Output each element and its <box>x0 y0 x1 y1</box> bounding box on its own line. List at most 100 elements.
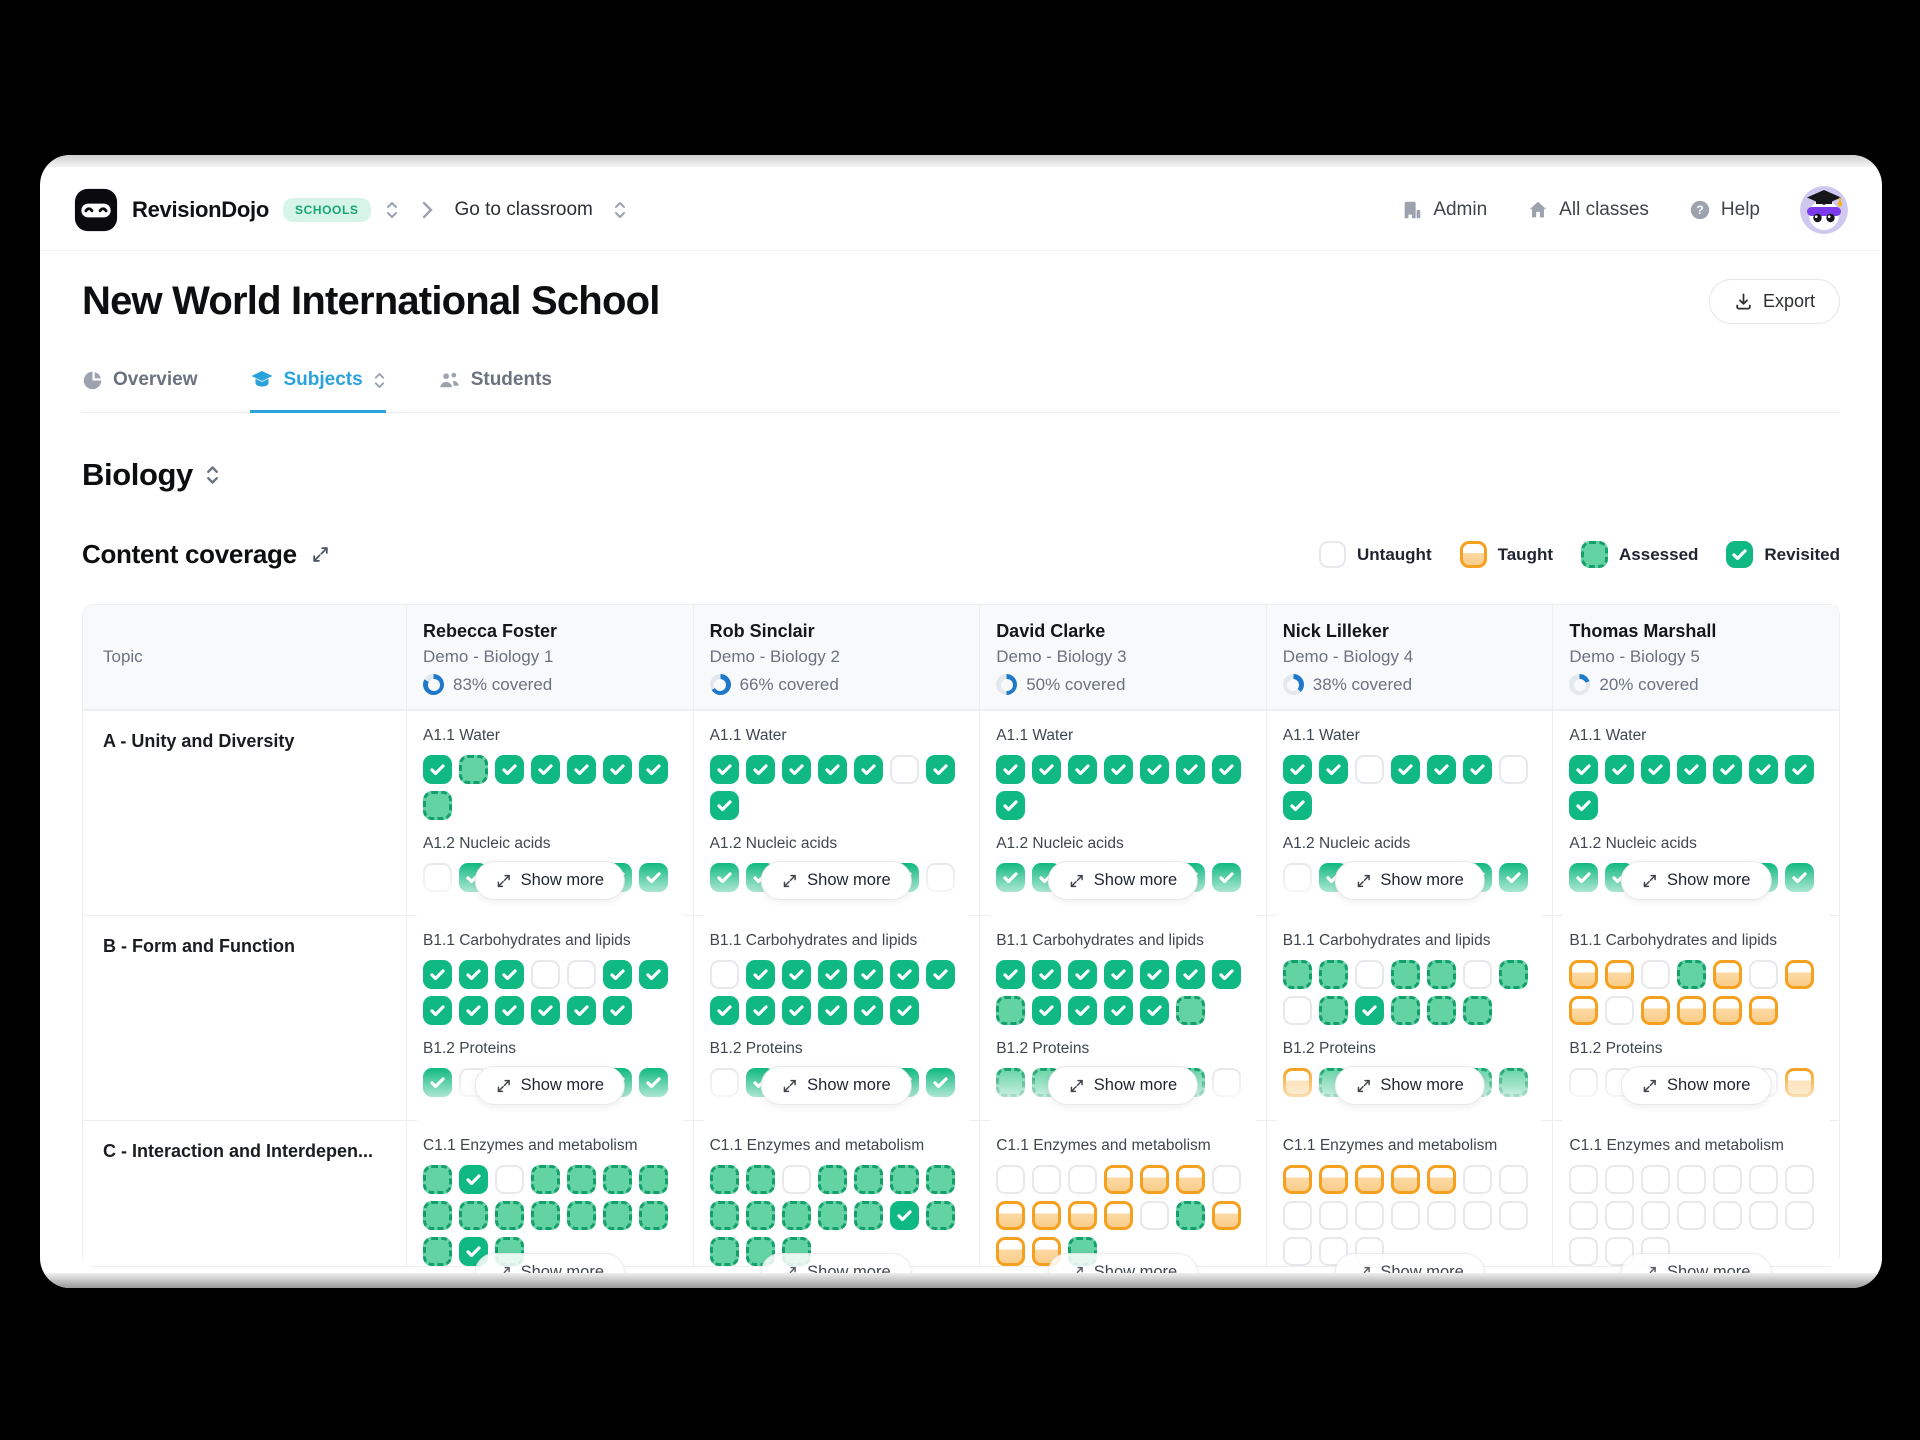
cell-revisited[interactable] <box>710 755 739 784</box>
cell-assessed[interactable] <box>854 1201 883 1230</box>
cell-taught[interactable] <box>1391 1165 1420 1194</box>
cell-revisited[interactable] <box>1032 996 1061 1025</box>
cell-revisited[interactable] <box>782 996 811 1025</box>
cell-assessed[interactable] <box>890 1165 919 1194</box>
cell-untaught[interactable] <box>1641 1201 1670 1230</box>
cell-untaught[interactable] <box>782 1165 811 1194</box>
cell-revisited[interactable] <box>1463 755 1492 784</box>
cell-revisited[interactable] <box>423 996 452 1025</box>
cell-revisited[interactable] <box>1355 996 1384 1025</box>
cell-revisited[interactable] <box>890 960 919 989</box>
cell-revisited[interactable] <box>1641 755 1670 784</box>
cell-untaught[interactable] <box>1499 755 1528 784</box>
cell-revisited[interactable] <box>1212 960 1241 989</box>
cell-assessed[interactable] <box>639 1165 668 1194</box>
cell-assessed[interactable] <box>459 1201 488 1230</box>
cell-revisited[interactable] <box>710 791 739 820</box>
cell-revisited[interactable] <box>495 996 524 1025</box>
cell-assessed[interactable] <box>603 1201 632 1230</box>
cell-untaught[interactable] <box>1677 1201 1706 1230</box>
cell-revisited[interactable] <box>1569 755 1598 784</box>
show-more-button[interactable]: Show more <box>1621 1066 1771 1105</box>
cell-taught[interactable] <box>1176 1165 1205 1194</box>
cell-revisited[interactable] <box>459 1165 488 1194</box>
cell-untaught[interactable] <box>890 755 919 784</box>
cell-assessed[interactable] <box>710 1237 739 1266</box>
cell-revisited[interactable] <box>1427 755 1456 784</box>
cell-untaught[interactable] <box>1605 1165 1634 1194</box>
show-more-button[interactable]: Show more <box>475 1066 625 1105</box>
cell-revisited[interactable] <box>603 960 632 989</box>
cell-revisited[interactable] <box>782 960 811 989</box>
expand-icon[interactable] <box>311 545 330 564</box>
cell-taught[interactable] <box>1212 1201 1241 1230</box>
tab-overview[interactable]: Overview <box>82 368 198 413</box>
cell-taught[interactable] <box>1605 960 1634 989</box>
cell-untaught[interactable] <box>1427 1201 1456 1230</box>
cell-assessed[interactable] <box>423 1201 452 1230</box>
cell-revisited[interactable] <box>890 1201 919 1230</box>
workspace-switcher-icon[interactable] <box>385 200 399 220</box>
cell-revisited[interactable] <box>818 755 847 784</box>
cell-revisited[interactable] <box>996 791 1025 820</box>
cell-revisited[interactable] <box>1212 755 1241 784</box>
show-more-button[interactable]: Show more <box>1048 1253 1198 1288</box>
cell-revisited[interactable] <box>854 755 883 784</box>
cell-untaught[interactable] <box>567 960 596 989</box>
cell-assessed[interactable] <box>1283 960 1312 989</box>
cell-taught[interactable] <box>1032 1201 1061 1230</box>
cell-assessed[interactable] <box>495 1201 524 1230</box>
cell-untaught[interactable] <box>1641 1165 1670 1194</box>
cell-taught[interactable] <box>1283 1165 1312 1194</box>
cell-taught[interactable] <box>1104 1201 1133 1230</box>
cell-revisited[interactable] <box>567 755 596 784</box>
cell-assessed[interactable] <box>1176 1201 1205 1230</box>
cell-untaught[interactable] <box>1569 1237 1598 1266</box>
cell-revisited[interactable] <box>603 755 632 784</box>
cell-revisited[interactable] <box>567 996 596 1025</box>
cell-untaught[interactable] <box>1355 960 1384 989</box>
cell-untaught[interactable] <box>1032 1165 1061 1194</box>
cell-revisited[interactable] <box>746 755 775 784</box>
cell-assessed[interactable] <box>1176 996 1205 1025</box>
cell-untaught[interactable] <box>1283 996 1312 1025</box>
cell-taught[interactable] <box>1427 1165 1456 1194</box>
cell-revisited[interactable] <box>1749 755 1778 784</box>
cell-untaught[interactable] <box>1749 1201 1778 1230</box>
cell-revisited[interactable] <box>1605 755 1634 784</box>
cell-taught[interactable] <box>1641 996 1670 1025</box>
cell-untaught[interactable] <box>1569 1165 1598 1194</box>
cell-revisited[interactable] <box>746 960 775 989</box>
cell-revisited[interactable] <box>1140 960 1169 989</box>
cell-revisited[interactable] <box>1140 755 1169 784</box>
cell-revisited[interactable] <box>782 755 811 784</box>
cell-revisited[interactable] <box>1785 755 1814 784</box>
cell-revisited[interactable] <box>854 996 883 1025</box>
show-more-button[interactable]: Show more <box>761 1253 911 1288</box>
cell-untaught[interactable] <box>1785 1201 1814 1230</box>
cell-untaught[interactable] <box>495 1165 524 1194</box>
export-button[interactable]: Export <box>1709 279 1840 324</box>
cell-assessed[interactable] <box>1427 996 1456 1025</box>
cell-taught[interactable] <box>1713 960 1742 989</box>
cell-untaught[interactable] <box>1355 755 1384 784</box>
cell-revisited[interactable] <box>1068 960 1097 989</box>
cell-untaught[interactable] <box>1499 1201 1528 1230</box>
cell-revisited[interactable] <box>1104 960 1133 989</box>
cell-untaught[interactable] <box>1068 1165 1097 1194</box>
show-more-button[interactable]: Show more <box>1621 1253 1771 1288</box>
cell-untaught[interactable] <box>1569 1201 1598 1230</box>
cell-untaught[interactable] <box>1641 960 1670 989</box>
cell-revisited[interactable] <box>1319 755 1348 784</box>
cell-taught[interactable] <box>1319 1165 1348 1194</box>
cell-taught[interactable] <box>1355 1165 1384 1194</box>
nav-link-help[interactable]: ?Help <box>1689 199 1760 221</box>
cell-assessed[interactable] <box>459 755 488 784</box>
cell-revisited[interactable] <box>1391 755 1420 784</box>
cell-revisited[interactable] <box>423 960 452 989</box>
classroom-switcher-icon[interactable] <box>613 200 627 220</box>
tab-subjects[interactable]: Subjects <box>250 368 386 413</box>
cell-untaught[interactable] <box>996 1165 1025 1194</box>
cell-untaught[interactable] <box>1319 1201 1348 1230</box>
cell-taught[interactable] <box>996 1201 1025 1230</box>
